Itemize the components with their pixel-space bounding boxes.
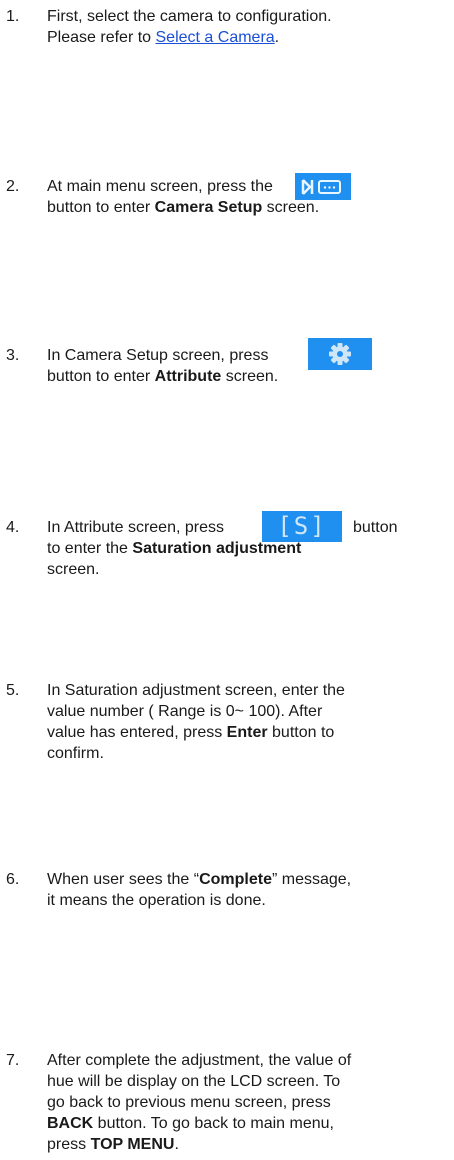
attribute-button[interactable] (308, 338, 372, 370)
step-number: 5. (6, 682, 20, 699)
saturation-button[interactable]: [S] (262, 511, 342, 542)
step-number: 2. (6, 178, 20, 195)
step-text: In Saturation adjustment screen, enter t… (47, 682, 345, 762)
step-text: In Attribute screen, press button to ente… (47, 519, 398, 578)
select-camera-link[interactable]: Select a Camera (156, 29, 275, 46)
step-number: 6. (6, 871, 20, 888)
step-text: When user sees the “Complete” message, i… (47, 871, 352, 909)
step-text: First, select the camera to configuratio… (47, 8, 332, 46)
step-text: In Camera Setup screen, press button to … (47, 347, 279, 385)
step-number: 1. (6, 8, 20, 25)
gear-icon (329, 343, 351, 365)
camera-setup-icon (301, 178, 341, 195)
camera-setup-button[interactable] (295, 173, 351, 200)
step-number: 3. (6, 347, 20, 364)
step-text: At main menu screen, press the button to… (47, 178, 320, 216)
step-number: 7. (6, 1052, 20, 1069)
s-label: [S] (277, 512, 327, 540)
step-text: After complete the adjustment, the value… (47, 1052, 352, 1153)
step-number: 4. (6, 519, 20, 536)
